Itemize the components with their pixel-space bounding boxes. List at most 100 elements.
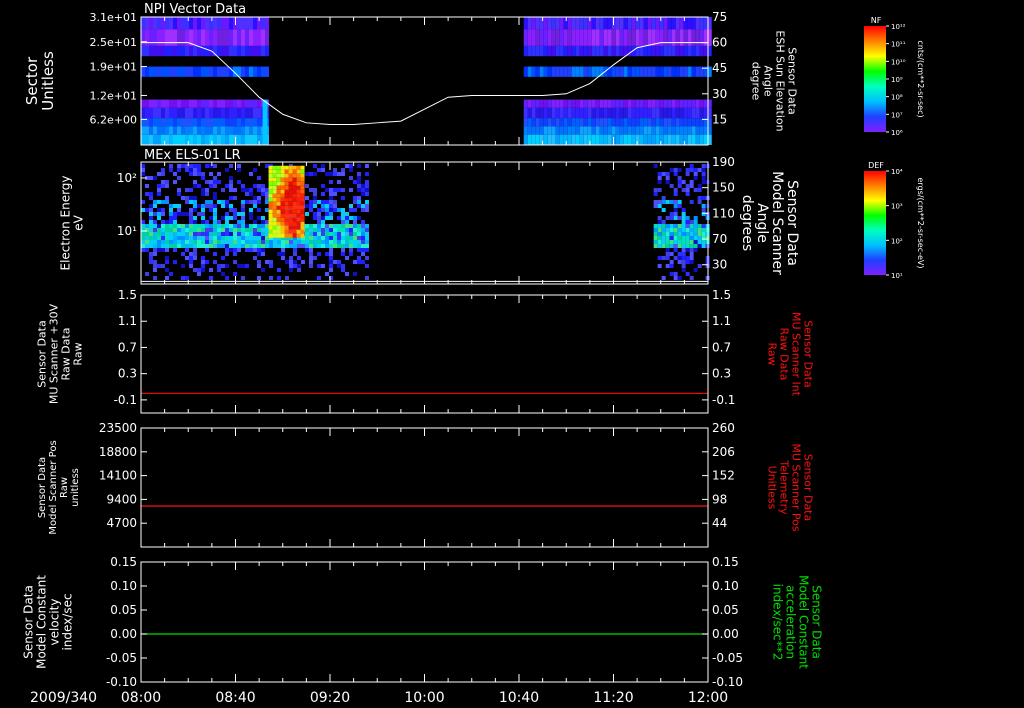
npi-cell <box>241 17 245 30</box>
els-cell <box>305 212 309 216</box>
els-cell <box>329 228 333 232</box>
els-cell <box>257 188 261 192</box>
els-y2-ticks-label: 70 <box>712 232 727 246</box>
els-cell <box>337 172 341 176</box>
els-cell <box>337 188 341 192</box>
npi-cell <box>631 66 636 77</box>
els-y2label-line: Model Scanner <box>769 171 785 275</box>
els-cell <box>361 252 365 256</box>
panel-5-y-ticks-label: 0.05 <box>110 603 137 617</box>
els-cell <box>341 196 345 200</box>
els-cell <box>145 248 149 252</box>
nf-colorbar-units: cnts/(cm**2-sr-sec) <box>916 40 925 117</box>
els-cell <box>185 212 189 216</box>
els-cell <box>165 240 169 244</box>
npi-cell <box>547 126 552 135</box>
els-cell <box>693 232 698 236</box>
npi-cell <box>221 99 225 108</box>
els-cell <box>197 244 201 248</box>
npi-cell <box>659 107 664 119</box>
npi-cell <box>225 66 229 77</box>
els-cell <box>317 212 321 216</box>
els-cell <box>229 204 233 208</box>
npi-cell <box>543 118 548 127</box>
els-cell <box>165 276 169 280</box>
npi-cell <box>205 45 209 57</box>
npi-cell <box>257 45 261 57</box>
npi-cell <box>189 126 193 135</box>
els-cell <box>309 260 313 264</box>
els-peak-cell <box>280 193 285 198</box>
panel-4-y-ticks-label: 9400 <box>106 492 137 506</box>
npi-cell <box>583 107 588 119</box>
els-cell <box>169 216 173 220</box>
npi-cell <box>559 17 564 30</box>
npi-cell <box>599 99 604 108</box>
npi-cell <box>631 126 636 135</box>
els-cell <box>197 240 201 244</box>
npi-cell <box>157 99 161 108</box>
npi-cell <box>595 107 600 119</box>
els-cell <box>189 228 193 232</box>
npi-cell <box>627 99 632 108</box>
npi-cell <box>169 66 173 77</box>
npi-cell <box>253 29 257 46</box>
els-cell <box>241 200 245 204</box>
els-cell <box>317 252 321 256</box>
els-cell <box>257 232 261 236</box>
els-cell <box>693 240 698 244</box>
npi-cell <box>587 29 592 46</box>
els-peak-cell <box>292 189 297 194</box>
npi-cell <box>157 29 161 46</box>
els-cell <box>677 256 682 260</box>
els-cell <box>669 244 674 248</box>
els-cell <box>201 264 205 268</box>
npi-cell <box>205 118 209 127</box>
els-cell <box>149 212 153 216</box>
els-cell <box>213 216 217 220</box>
els-cell <box>665 264 670 268</box>
npi-cell <box>197 99 201 108</box>
npi-cell <box>615 107 620 119</box>
els-cell <box>201 236 205 240</box>
npi-cell <box>213 99 217 108</box>
els-cell <box>365 204 369 208</box>
els-cell <box>365 228 369 232</box>
npi-cell <box>193 66 197 77</box>
els-cell <box>361 240 365 244</box>
npi-cell <box>583 99 588 108</box>
npi-cell <box>225 99 229 108</box>
els-peak-cell <box>280 233 285 238</box>
els-cell <box>653 236 658 240</box>
els-cell <box>281 256 285 260</box>
npi-cell <box>189 118 193 127</box>
npi-cell <box>531 134 536 145</box>
els-cell <box>365 224 369 228</box>
els-cell <box>169 208 173 212</box>
npi-cell <box>153 134 157 145</box>
npi-cell <box>551 126 556 135</box>
els-cell <box>145 232 149 236</box>
els-cell <box>213 196 217 200</box>
npi-cell <box>237 134 241 145</box>
npi-cell <box>165 118 169 127</box>
els-cell <box>313 172 317 176</box>
els-cell <box>333 192 337 196</box>
npi-cell <box>205 107 209 119</box>
panel-4-ylabel-line: Model Scanner Pos <box>48 440 59 534</box>
els-peak-cell <box>272 185 277 190</box>
npi-cell <box>571 107 576 119</box>
els-peak-cell <box>288 201 293 206</box>
els-y2-ticks-label: 190 <box>712 155 735 169</box>
els-y2label-line: Sensor Data <box>784 180 800 266</box>
els-cell <box>653 232 658 236</box>
npi-cell <box>169 45 173 57</box>
npi-cell <box>237 118 241 127</box>
npi-cell <box>639 99 644 108</box>
els-cell <box>229 228 233 232</box>
els-cell <box>257 240 261 244</box>
npi-cell <box>599 126 604 135</box>
els-cell <box>149 204 153 208</box>
npi-cell <box>599 45 604 57</box>
npi-cell <box>543 66 548 77</box>
